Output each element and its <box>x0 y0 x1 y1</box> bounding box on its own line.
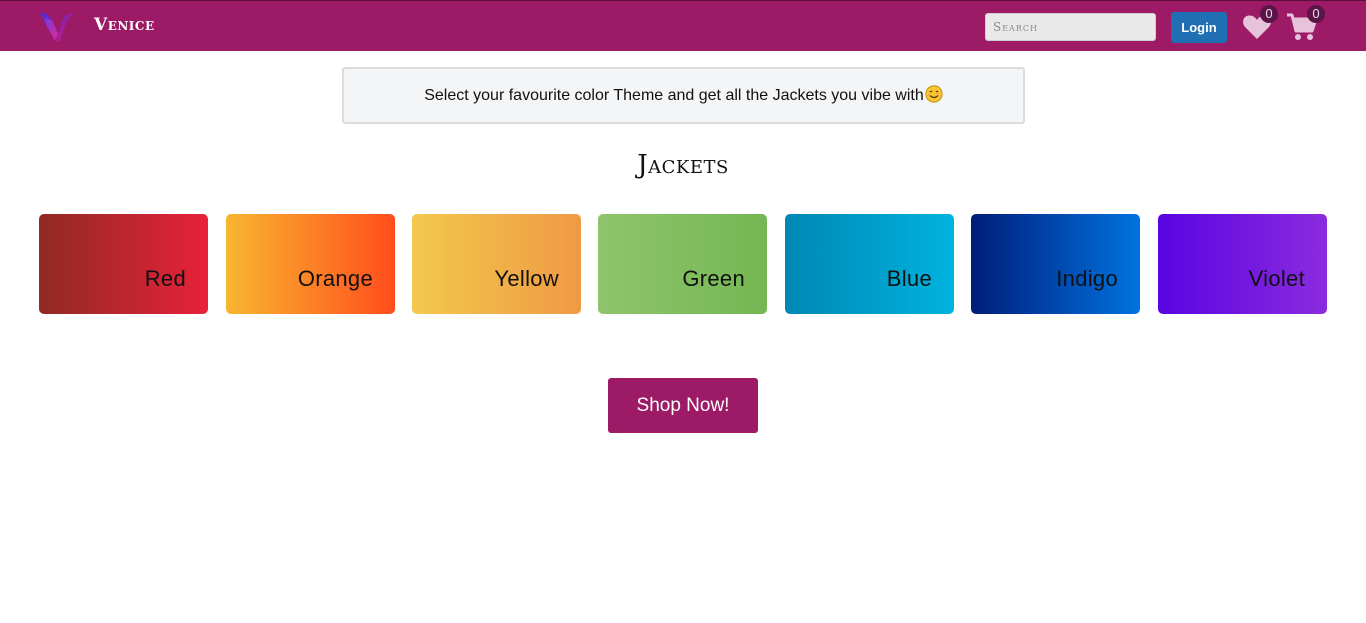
tile-label: Violet <box>1248 266 1305 291</box>
theme-notice: Select your favourite color Theme and ge… <box>342 67 1025 124</box>
color-theme-tiles: Red Orange Yellow Green Blue Indigo Viol… <box>39 214 1329 314</box>
tile-label: Orange <box>297 266 373 291</box>
tile-orange[interactable]: Orange <box>226 214 395 314</box>
top-navbar: Venice Login 0 0 <box>0 0 1366 51</box>
smiling-face-icon <box>925 85 943 103</box>
login-button[interactable]: Login <box>1171 12 1227 43</box>
notice-text: Select your favourite color Theme and ge… <box>424 87 924 104</box>
tile-label: Blue <box>886 266 932 291</box>
tile-label: Red <box>144 266 186 291</box>
tile-label: Yellow <box>494 266 559 291</box>
tile-label: Green <box>682 266 745 291</box>
brand-name[interactable]: Venice <box>94 15 155 35</box>
tile-indigo[interactable]: Indigo <box>971 214 1140 314</box>
page-heading: Jackets <box>637 150 729 180</box>
tile-violet[interactable]: Violet <box>1158 214 1327 314</box>
cart-count-badge: 0 <box>1307 5 1325 23</box>
search-input[interactable] <box>985 13 1156 41</box>
venice-logo-icon[interactable] <box>38 10 76 44</box>
shop-now-button[interactable]: Shop Now! <box>608 378 758 433</box>
tile-yellow[interactable]: Yellow <box>412 214 581 314</box>
tile-red[interactable]: Red <box>39 214 208 314</box>
tile-green[interactable]: Green <box>598 214 767 314</box>
tile-label: Indigo <box>1056 266 1118 291</box>
tile-blue[interactable]: Blue <box>785 214 954 314</box>
wishlist-count-badge: 0 <box>1260 5 1278 23</box>
